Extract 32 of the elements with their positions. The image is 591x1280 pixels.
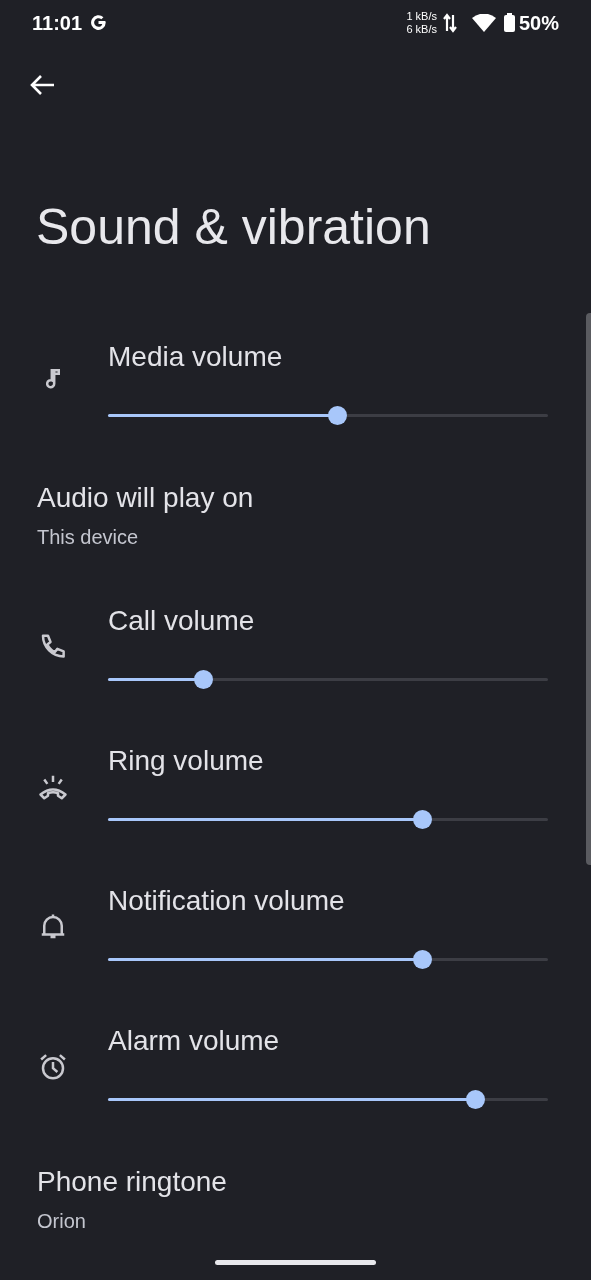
setting-label: Ring volume xyxy=(108,744,265,778)
setting-label: Media volume xyxy=(108,340,284,374)
alarm-clock-icon xyxy=(38,1052,68,1082)
slider-thumb[interactable] xyxy=(413,950,433,969)
volume-slider[interactable] xyxy=(108,404,548,426)
setting-summary: This device xyxy=(37,525,140,550)
page-title: Sound & vibration xyxy=(36,201,431,252)
wifi-icon xyxy=(471,13,496,32)
slider-thumb[interactable] xyxy=(413,810,433,829)
setting-label: Call volume xyxy=(108,604,256,638)
clock: 11:01 xyxy=(32,10,83,36)
navigation-handle[interactable] xyxy=(215,1260,376,1265)
volume-slider[interactable] xyxy=(108,1088,548,1110)
battery-icon xyxy=(503,13,515,32)
setting-label: Notification volume xyxy=(108,884,346,918)
back-icon[interactable] xyxy=(28,73,56,97)
volume-slider[interactable] xyxy=(108,948,548,970)
setting-label[interactable]: Audio will play on xyxy=(37,482,554,514)
setting-summary: Orion xyxy=(37,1209,87,1234)
download-speed: 6 kB/s xyxy=(406,23,437,35)
setting-label[interactable]: Phone ringtone xyxy=(37,1166,554,1198)
slider-thumb[interactable] xyxy=(327,406,347,425)
data-transfer-icon xyxy=(442,12,457,33)
music-note-icon xyxy=(46,368,60,390)
slider-thumb[interactable] xyxy=(465,1090,485,1109)
setting-label: Alarm volume xyxy=(108,1024,281,1058)
upload-speed: 1 kB/s xyxy=(406,10,437,22)
google-icon xyxy=(89,13,109,32)
slider-thumb[interactable] xyxy=(194,670,214,689)
volume-slider[interactable] xyxy=(108,668,548,690)
battery-percentage: 50% xyxy=(518,10,559,36)
volume-slider[interactable] xyxy=(108,808,548,830)
